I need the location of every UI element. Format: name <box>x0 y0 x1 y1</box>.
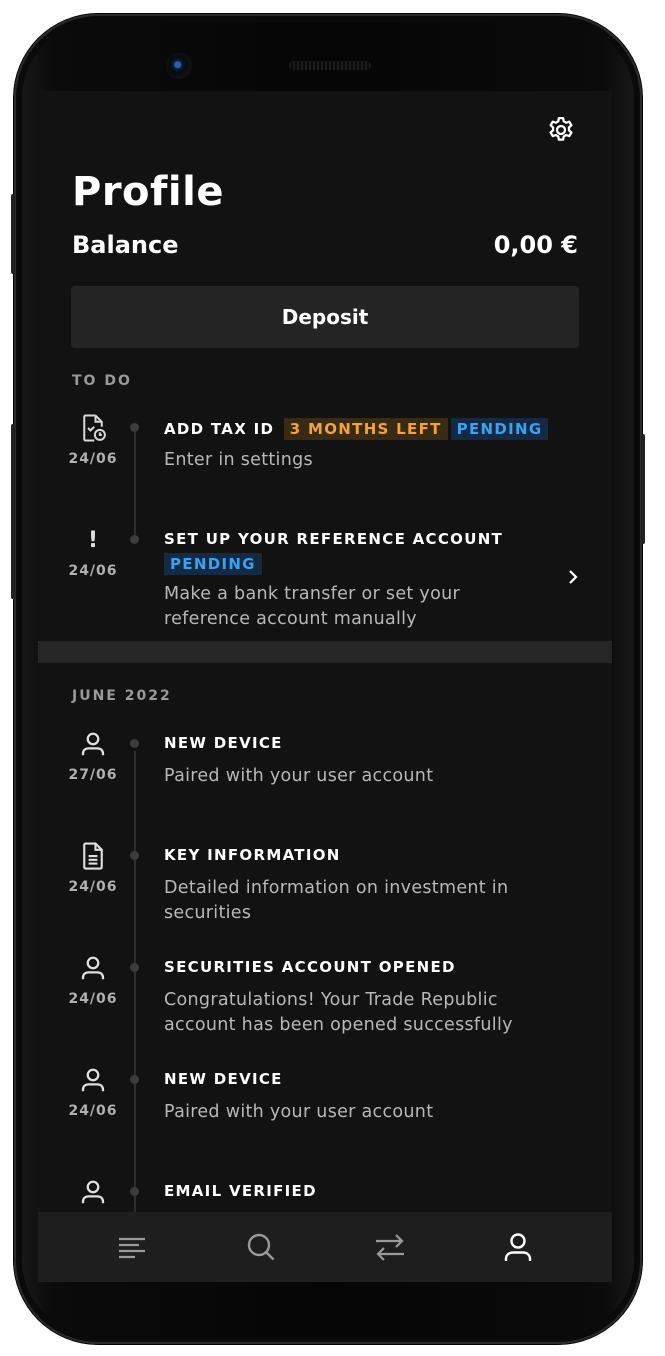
timeline-item[interactable]: EMAIL VERIFIED <box>38 1175 612 1215</box>
earpiece-speaker <box>289 61 371 70</box>
page-title: Profile <box>72 169 224 215</box>
timeline-description: Congratulations! Your Trade Republic acc… <box>164 990 513 1035</box>
todo-title: ADD TAX ID 3 MONTHS LEFT PENDING <box>164 418 549 440</box>
side-button-left <box>11 424 15 599</box>
timeline-dot <box>130 963 139 972</box>
app-screen: Profile Balance 0,00 € Deposit TO DO 24/… <box>38 91 612 1282</box>
timeline-date: 24/06 <box>68 991 118 1007</box>
timeline-section-label: JUNE 2022 <box>72 688 172 704</box>
timeline-item[interactable]: 24/06 SECURITIES ACCOUNT OPENED Congratu… <box>38 951 612 1051</box>
balance-label: Balance <box>72 231 179 259</box>
todo-description: Enter in settings <box>164 450 313 470</box>
section-divider <box>38 641 612 663</box>
timeline-title: SECURITIES ACCOUNT OPENED <box>164 958 456 976</box>
balance-value: 0,00 € <box>493 231 578 259</box>
todo-item-reference-account[interactable]: ! 24/06 SET UP YOUR REFERENCE ACCOUNT PE… <box>38 523 612 633</box>
timeline-dot <box>130 535 139 544</box>
user-icon[interactable] <box>500 1229 536 1265</box>
timeline-item[interactable]: 24/06 NEW DEVICE Paired with your user a… <box>38 1063 612 1163</box>
menu-lines-icon[interactable] <box>114 1229 150 1265</box>
todo-title-text: ADD TAX ID <box>164 420 275 438</box>
deposit-button[interactable]: Deposit <box>71 286 579 348</box>
todo-date: 24/06 <box>68 563 118 579</box>
search-icon[interactable] <box>243 1229 279 1265</box>
timeline-title: NEW DEVICE <box>164 1070 283 1088</box>
todo-section-label: TO DO <box>72 373 132 389</box>
todo-title: SET UP YOUR REFERENCE ACCOUNT <box>164 530 504 548</box>
deposit-button-label: Deposit <box>281 305 369 329</box>
front-camera <box>166 53 192 79</box>
timeline-dot <box>130 739 139 748</box>
chevron-right-icon[interactable] <box>566 567 580 587</box>
timeline-title: NEW DEVICE <box>164 734 283 752</box>
timeline-dot <box>130 423 139 432</box>
pending-badge: PENDING <box>450 418 549 440</box>
todo-badges: PENDING <box>161 553 262 575</box>
timeline-description: Paired with your user account <box>164 1102 434 1122</box>
timeline-date: 27/06 <box>68 767 118 783</box>
bottom-tab-bar <box>38 1212 612 1282</box>
document-icon <box>83 842 103 870</box>
timeline-item[interactable]: 27/06 NEW DEVICE Paired with your user a… <box>38 727 612 827</box>
pending-badge: PENDING <box>164 553 262 575</box>
timeline-description: Detailed information on investment in se… <box>164 878 509 923</box>
todo-date: 24/06 <box>68 451 118 467</box>
timeline-date: 24/06 <box>68 1103 118 1119</box>
user-icon <box>81 956 105 980</box>
power-button <box>641 434 645 544</box>
timeline-dot <box>130 1075 139 1084</box>
timeline-title: KEY INFORMATION <box>164 846 341 864</box>
document-clock-icon <box>83 414 106 442</box>
timeline-date: 24/06 <box>68 879 118 895</box>
todo-item-tax-id[interactable]: 24/06 ADD TAX ID 3 MONTHS LEFT PENDING En… <box>38 411 612 511</box>
user-icon <box>81 732 105 756</box>
timeline-dot <box>130 1187 139 1196</box>
timeline-dot <box>130 851 139 860</box>
exclamation-icon: ! <box>87 527 99 553</box>
timeline-item[interactable]: 24/06 KEY INFORMATION Detailed informati… <box>38 839 612 939</box>
transfer-arrows-icon[interactable] <box>372 1229 408 1265</box>
todo-description: Make a bank transfer or set your referen… <box>164 584 460 629</box>
months-left-badge: 3 MONTHS LEFT <box>283 418 448 440</box>
timeline-description: Paired with your user account <box>164 766 434 786</box>
timeline-title: EMAIL VERIFIED <box>164 1182 317 1200</box>
user-icon <box>81 1068 105 1092</box>
volume-button <box>11 194 15 274</box>
user-icon <box>81 1180 105 1204</box>
gear-icon[interactable] <box>546 115 576 145</box>
